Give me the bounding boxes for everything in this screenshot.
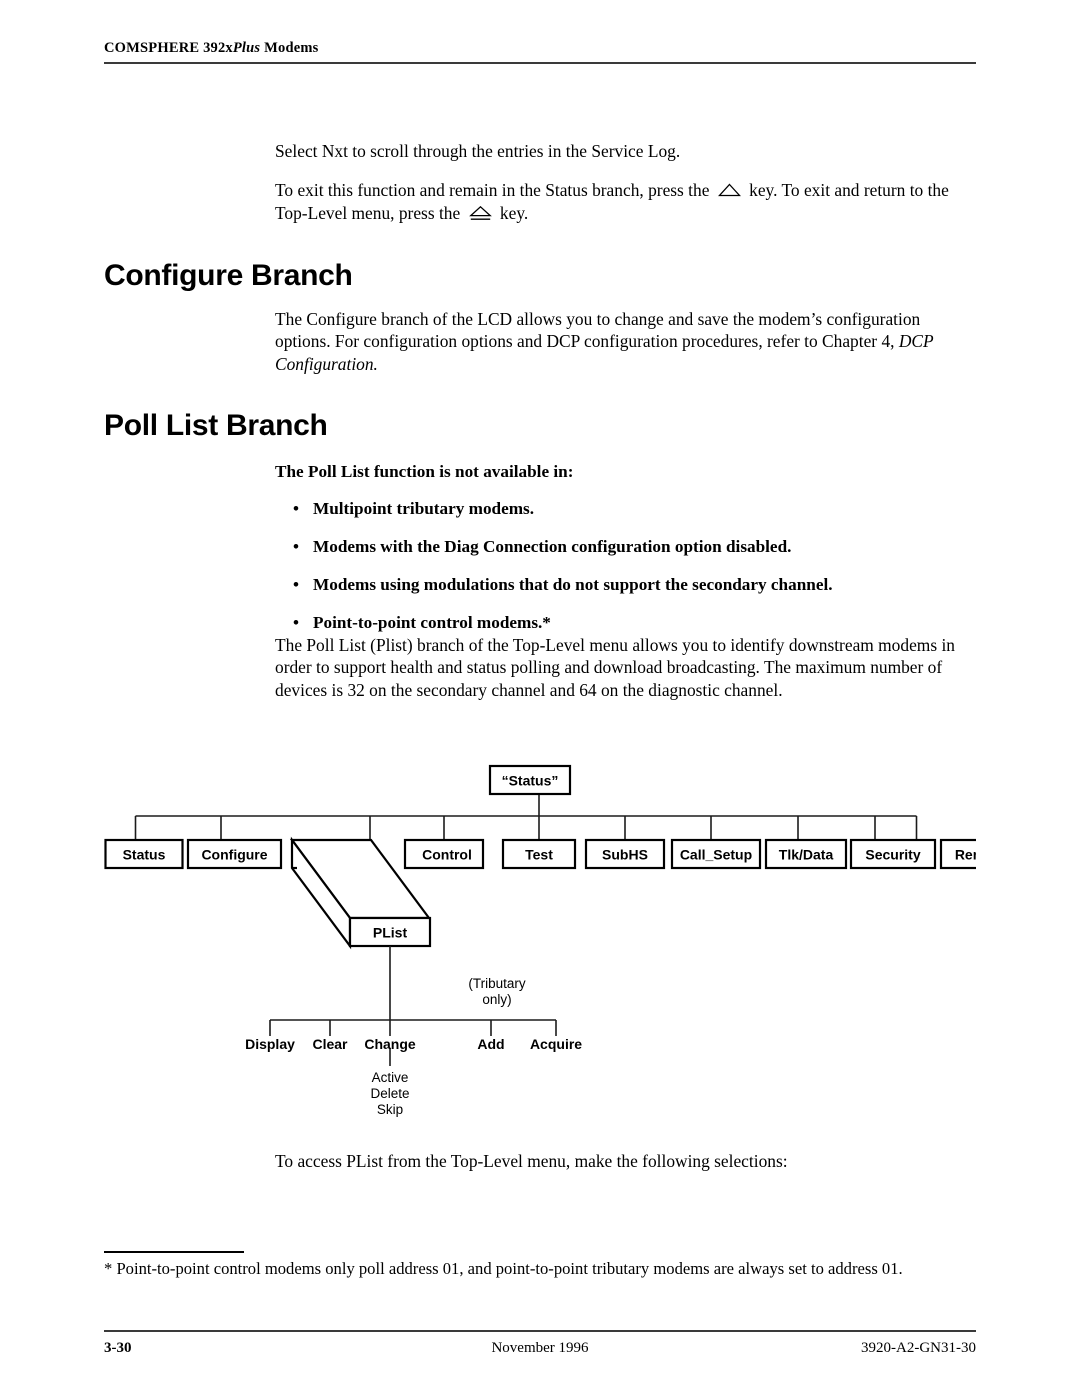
poll-list-description: The Poll List (Plist) branch of the Top-… [275, 634, 980, 718]
tree-node-test[interactable]: Test [501, 838, 577, 870]
tree-node-remote-label: Remote [955, 847, 976, 863]
tree-node-subhs-label: SubHS [602, 847, 648, 863]
tree-node-call-setup[interactable]: Call_Setup [670, 838, 762, 870]
bullet-icon: • [293, 537, 299, 556]
menu-tree-svg: “Status” Status Configure PList Control … [104, 764, 976, 1117]
triangle-underline-key-icon [468, 205, 492, 220]
tree-node-control[interactable]: Control [403, 838, 485, 870]
list-item-label: Modems with the Diag Connection configur… [313, 537, 792, 556]
configure-branch-paragraph: The Configure branch of the LCD allows y… [275, 308, 980, 375]
note-bullet-list: • Multipoint tributary modems. • Modems wi… [275, 498, 995, 634]
tree-node-tlk-data[interactable]: Tlk/Data [764, 838, 848, 870]
intro-paragraph-1: Select Nxt to scroll through the entries… [275, 141, 681, 161]
tree-level2-labels: Display Clear Change Add Acquire [245, 1036, 582, 1052]
poll-list-note: The Poll List function is not available … [275, 461, 995, 650]
tree-node-configure-label: Configure [201, 847, 267, 863]
tree-node-security-label: Security [865, 847, 920, 863]
running-head-prefix: COMSPHERE 392x [104, 40, 233, 56]
configure-branch-block: The Configure branch of the LCD allows y… [275, 308, 980, 392]
tributary-only-line-2: only) [482, 992, 511, 1007]
footer-date: November 1996 [491, 1340, 589, 1356]
tree-node-status-label: Status [123, 847, 166, 863]
footer-rule [104, 1330, 976, 1332]
list-item: • Modems using modulations that do not su… [275, 574, 995, 596]
running-head: COMSPHERE 392xPlus Modems [104, 40, 976, 57]
tree-node-tlk-data-label: Tlk/Data [779, 847, 834, 863]
page-title-configure-branch: Configure Branch [104, 259, 353, 292]
intro-p2-part-b: key. To exit and return to the [749, 180, 949, 201]
tree-node-add-label[interactable]: Add [477, 1036, 504, 1052]
tree-node-change-label[interactable]: Change [364, 1036, 416, 1052]
intro-block: Select Nxt to scroll through the entries… [275, 140, 980, 241]
tree-node-delete-label[interactable]: Delete [370, 1086, 409, 1101]
tree-node-test-label: Test [525, 847, 553, 863]
menu-tree-diagram: “Status” Status Configure PList Control … [104, 748, 976, 1128]
tree-node-acquire-label[interactable]: Acquire [530, 1036, 582, 1052]
triangle-key-icon [717, 183, 741, 197]
list-item-label: Point-to-point control modems.* [313, 613, 551, 632]
list-item-label: Modems using modulations that do not sup… [313, 575, 833, 594]
intro-p2-part-a: To exit this function and remain in the … [275, 180, 710, 201]
document-page: COMSPHERE 392xPlus Modems Select Nxt to … [0, 0, 1080, 1397]
tree-node-root-label: “Status” [502, 773, 559, 789]
tree-node-active-label[interactable]: Active [372, 1070, 409, 1085]
page-footer: 3-30 November 1996 3920-A2-GN31-30 [104, 1340, 976, 1362]
tree-node-remote[interactable]: Remote [939, 838, 976, 870]
bullet-icon: • [293, 613, 299, 632]
intro-p2-part-d: key. [499, 202, 529, 223]
running-head-suffix: Modems [260, 40, 319, 56]
tree-node-clear-label[interactable]: Clear [312, 1036, 348, 1052]
tree-node-plist[interactable]: PList [348, 916, 432, 948]
tree-node-subhs[interactable]: SubHS [584, 838, 666, 870]
header-rule [104, 62, 976, 64]
tree-node-control-label: Control [422, 847, 472, 863]
tree-connector-lines [134, 794, 918, 841]
tree-node-plist-label: PList [373, 925, 408, 941]
tree-node-configure[interactable]: Configure [186, 838, 283, 870]
tree-node-security[interactable]: Security [849, 838, 937, 870]
tributary-only-line-1: (Tributary [468, 976, 526, 991]
configure-branch-text: The Configure branch of the LCD allows y… [275, 309, 921, 352]
footnote: * Point-to-point control modems only pol… [104, 1259, 903, 1278]
bullet-icon: • [293, 575, 299, 594]
tree-level3-labels: Active Delete Skip [370, 1070, 409, 1117]
footer-document-number: 3920-A2-GN31-30 [861, 1340, 976, 1356]
footnote-rule [104, 1251, 244, 1253]
list-item: • Modems with the Diag Connection configu… [275, 536, 995, 558]
list-item: • Point-to-point control modems.* [275, 612, 995, 634]
closing-paragraph: To access PList from the Top-Level menu,… [275, 1151, 788, 1171]
running-head-italic: Plus [232, 40, 261, 56]
bullet-icon: • [293, 499, 299, 518]
intro-paragraph-2: To exit this function and remain in the … [275, 179, 980, 224]
tree-node-display-label[interactable]: Display [245, 1036, 295, 1052]
note-lead: The Poll List function is not available … [275, 462, 574, 481]
tree-node-call-setup-label: Call_Setup [680, 847, 752, 863]
list-item-label: Multipoint tributary modems. [313, 499, 535, 518]
intro-p2-part-c: Top-Level menu, press the [275, 202, 461, 223]
closing-block: To access PList from the Top-Level menu,… [275, 1150, 980, 1189]
tree-node-status[interactable]: Status [104, 838, 184, 870]
page-title-poll-list-branch: Poll List Branch [104, 409, 328, 442]
tree-node-skip-label[interactable]: Skip [377, 1102, 403, 1117]
tree-node-root[interactable]: “Status” [488, 764, 572, 796]
tributary-only-annotation: (Tributary only) [468, 976, 526, 1007]
poll-list-paragraph: The Poll List (Plist) branch of the Top-… [275, 635, 955, 700]
list-item: • Multipoint tributary modems. [275, 498, 995, 520]
